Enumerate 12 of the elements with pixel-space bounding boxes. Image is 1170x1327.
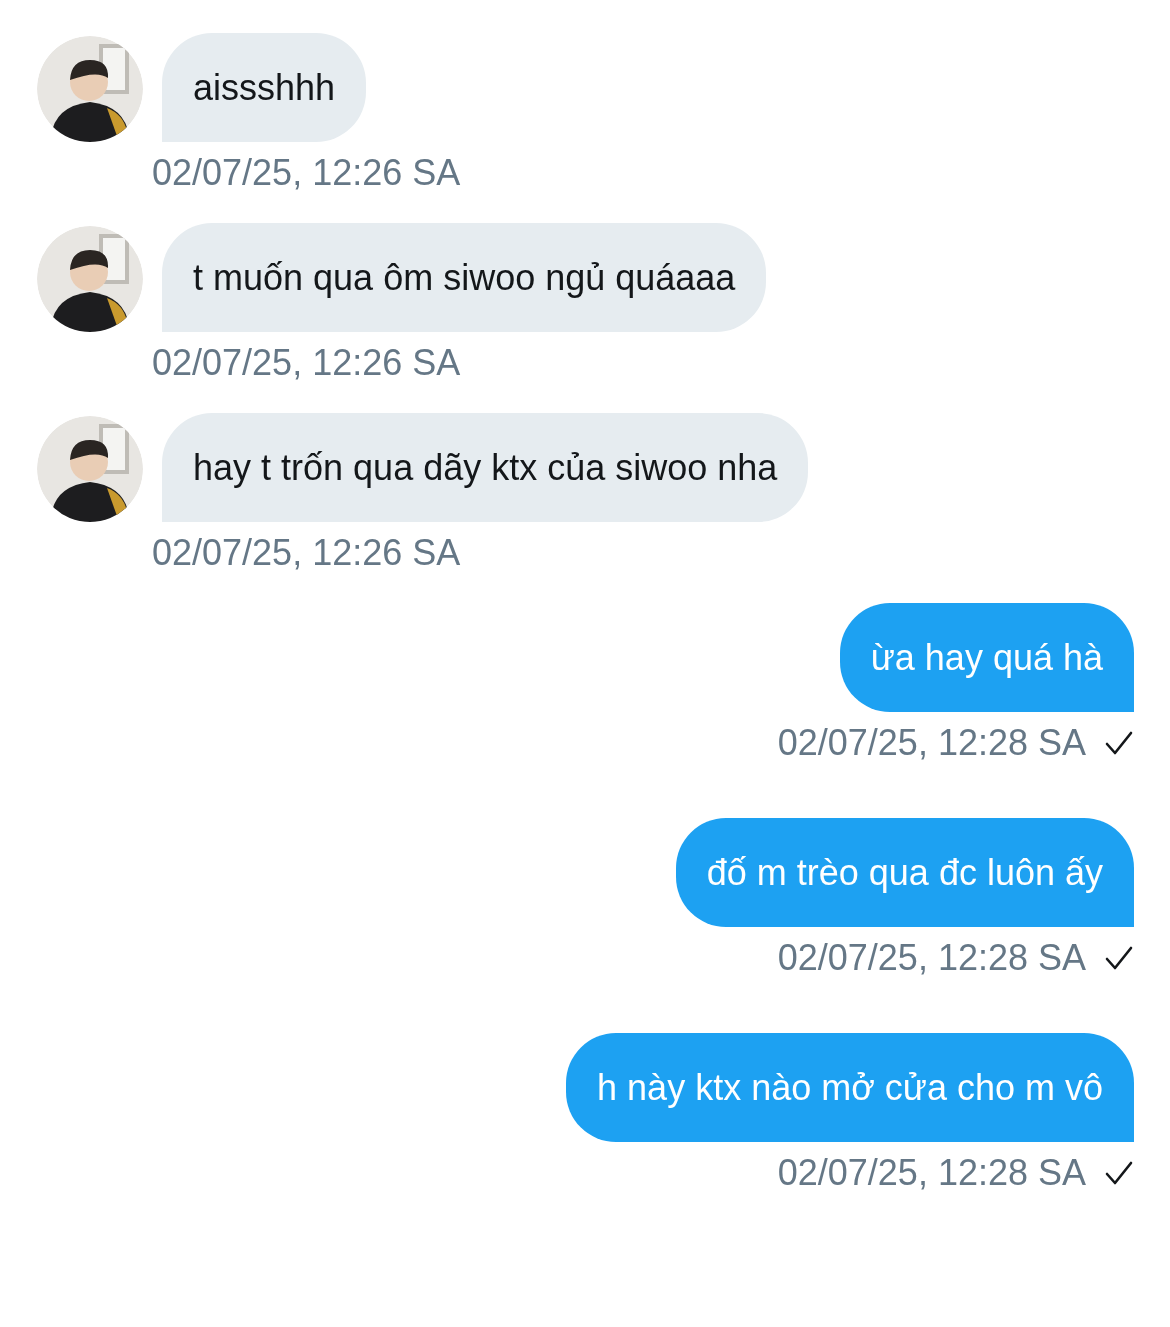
message-bubble: t muốn qua ôm siwoo ngủ quáaaa [162,223,767,332]
message-bubble: hay t trốn qua dãy ktx của siwoo nha [162,413,809,522]
timestamp: 02/07/25, 12:28 SA [777,936,1086,980]
timestamp: 02/07/25, 12:26 SA [152,531,461,575]
timestamp: 02/07/25, 12:28 SA [777,1151,1086,1195]
timestamp: 02/07/25, 12:28 SA [777,721,1086,765]
timestamp: 02/07/25, 12:26 SA [152,151,461,195]
message-bubble: đố m trèo qua đc luôn ấy [675,818,1134,927]
message-bubble: ừa hay quá hà [839,603,1134,712]
timestamp: 02/07/25, 12:26 SA [152,341,461,385]
message-bubble: aissshhh [162,33,367,142]
message-bubble: h này ktx nào mở cửa cho m vô [566,1033,1134,1142]
